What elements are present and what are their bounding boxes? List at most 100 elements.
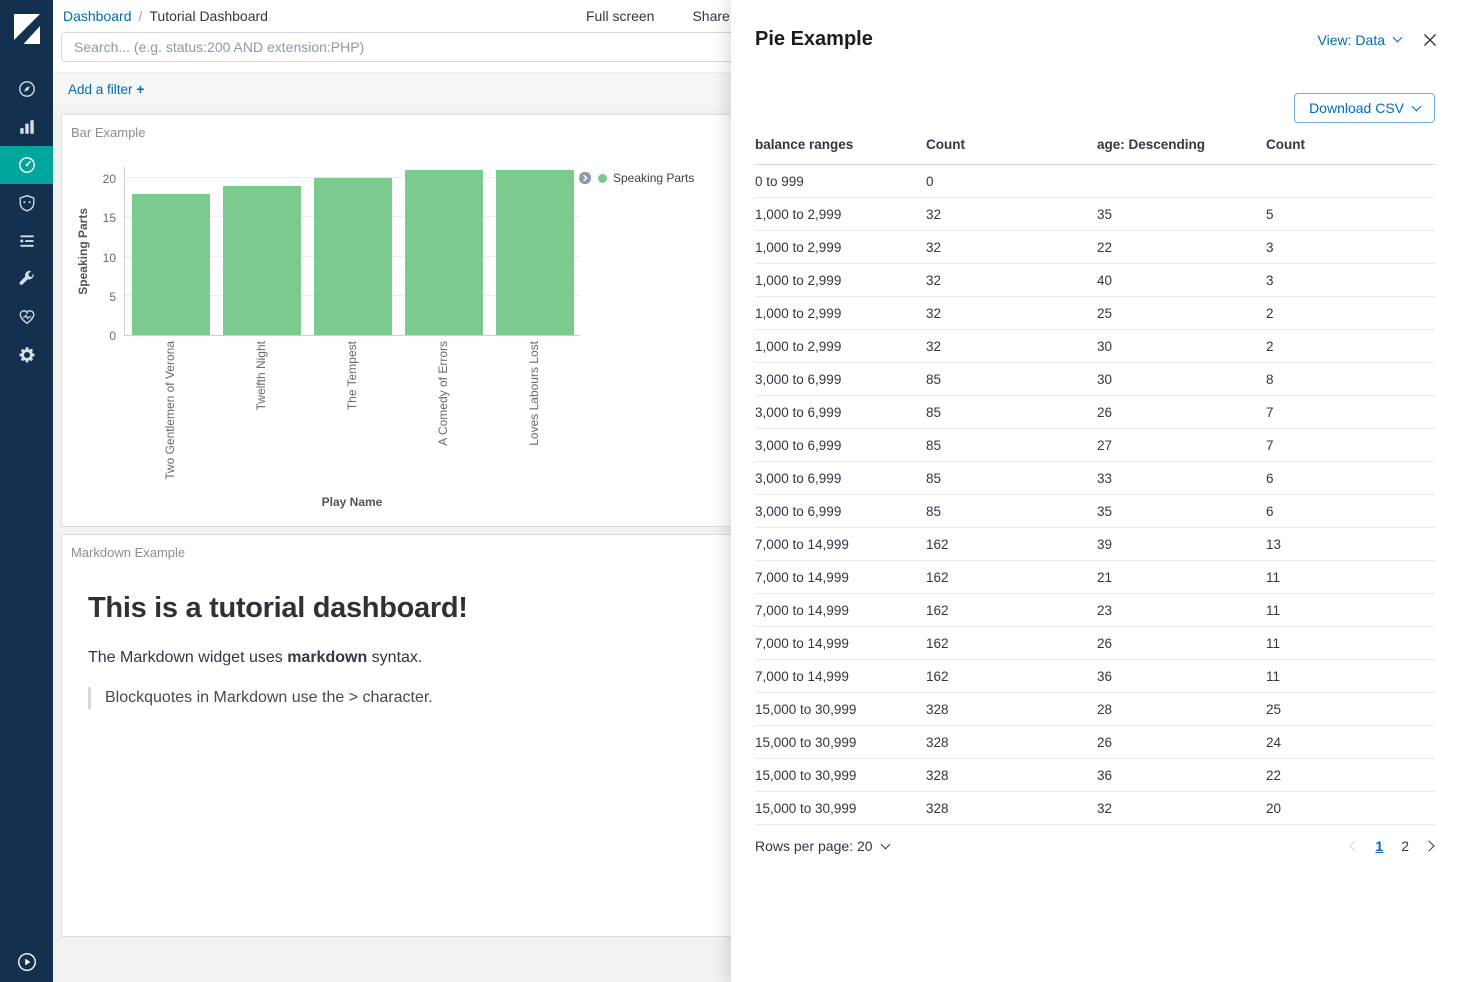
- rows-per-page-button[interactable]: Rows per page: 20: [755, 838, 889, 854]
- pie-example-flyout: Pie Example View: Data Download CSV bala…: [731, 0, 1459, 982]
- previous-page-button[interactable]: [1349, 840, 1361, 852]
- legend-series-dot: [598, 174, 607, 183]
- table-cell: 7,000 to 14,999: [755, 528, 926, 561]
- view-data-button[interactable]: View: Data: [1318, 32, 1401, 48]
- table-cell: 35: [1097, 495, 1266, 528]
- table-cell: 30: [1097, 363, 1266, 396]
- breadcrumb-dashboard-link[interactable]: Dashboard: [63, 8, 132, 24]
- nav-item-timelion[interactable]: [0, 222, 53, 260]
- table-cell: 39: [1097, 528, 1266, 561]
- markdown-body: This is a tutorial dashboard! The Markdo…: [62, 560, 760, 709]
- table-cell: 25: [1097, 297, 1266, 330]
- table-cell: 15,000 to 30,999: [755, 726, 926, 759]
- table-cell: 32: [926, 264, 1097, 297]
- table-cell: 36: [1097, 660, 1266, 693]
- table-cell: 7: [1266, 429, 1435, 462]
- table-cell: 32: [926, 297, 1097, 330]
- download-csv-button[interactable]: Download CSV: [1294, 93, 1435, 123]
- table-row: 3,000 to 6,99985267: [755, 396, 1435, 429]
- plus-icon: +: [137, 82, 145, 97]
- next-page-button[interactable]: [1423, 840, 1435, 852]
- table-cell: 0: [926, 165, 1097, 198]
- x-axis-label[interactable]: Twelfth Night: [222, 341, 300, 491]
- panel-markdown-example: Markdown Example This is a tutorial dash…: [61, 534, 761, 937]
- column-header[interactable]: age: Descending: [1097, 133, 1266, 165]
- bar[interactable]: [405, 170, 483, 335]
- table-cell: [1097, 165, 1266, 198]
- bar[interactable]: [223, 186, 301, 335]
- bar[interactable]: [132, 194, 210, 335]
- table-cell: 1,000 to 2,999: [755, 297, 926, 330]
- table-cell: 28: [1097, 693, 1266, 726]
- table-cell: 7,000 to 14,999: [755, 561, 926, 594]
- table-cell: 22: [1097, 231, 1266, 264]
- nav-item-visualize[interactable]: [0, 108, 53, 146]
- table-cell: 3,000 to 6,999: [755, 495, 926, 528]
- shield-icon: [18, 194, 36, 212]
- collapse-nav-button[interactable]: [0, 952, 53, 972]
- panel-bar-example: Bar Example Speaking Parts Speaking Part…: [61, 114, 761, 527]
- column-header[interactable]: balance ranges: [755, 133, 926, 165]
- table-row: 15,000 to 30,9993282825: [755, 693, 1435, 726]
- table-cell: 20: [1266, 792, 1435, 825]
- table-cell: 162: [926, 594, 1097, 627]
- column-header[interactable]: Count: [926, 133, 1097, 165]
- page-number[interactable]: 2: [1401, 838, 1409, 854]
- breadcrumb-separator: /: [139, 8, 143, 24]
- table-row: 3,000 to 6,99985336: [755, 462, 1435, 495]
- kibana-logo[interactable]: [0, 14, 53, 44]
- y-tick-label: 15: [103, 211, 116, 225]
- table-cell: 85: [926, 429, 1097, 462]
- x-axis-label[interactable]: Two Gentlemen of Verona: [131, 341, 209, 491]
- global-nav: [0, 0, 53, 982]
- close-flyout-button[interactable]: [1423, 33, 1437, 47]
- table-cell: 32: [926, 330, 1097, 363]
- share-button[interactable]: Share: [692, 8, 729, 24]
- table-cell: 15,000 to 30,999: [755, 792, 926, 825]
- nav-item-discover[interactable]: [0, 70, 53, 108]
- nav-item-management[interactable]: [0, 336, 53, 374]
- table-cell: 162: [926, 660, 1097, 693]
- x-axis-label[interactable]: A Comedy of Errors: [404, 341, 482, 491]
- legend-series-label[interactable]: Speaking Parts: [613, 171, 694, 185]
- x-axis-label[interactable]: The Tempest: [313, 341, 391, 491]
- bar-plot: [124, 166, 580, 336]
- nav-items: [0, 70, 53, 374]
- full-screen-button[interactable]: Full screen: [586, 8, 654, 24]
- table-cell: 25: [1266, 693, 1435, 726]
- table-cell: 3,000 to 6,999: [755, 429, 926, 462]
- bar-chart-icon: [18, 118, 36, 136]
- bar[interactable]: [314, 178, 392, 335]
- table-row: 3,000 to 6,99985277: [755, 429, 1435, 462]
- gear-icon: [18, 346, 36, 364]
- table-cell: 3: [1266, 264, 1435, 297]
- nav-item-monitoring[interactable]: [0, 298, 53, 336]
- nav-item-dev-tools[interactable]: [0, 260, 53, 298]
- table-row: 3,000 to 6,99985356: [755, 495, 1435, 528]
- add-filter-label: Add a filter: [68, 82, 133, 97]
- table-cell: 15,000 to 30,999: [755, 759, 926, 792]
- bar[interactable]: [496, 170, 574, 335]
- table-cell: 26: [1097, 726, 1266, 759]
- table-row: 1,000 to 2,99932252: [755, 297, 1435, 330]
- legend-toggle-icon[interactable]: [578, 171, 592, 185]
- nav-item-apm[interactable]: [0, 184, 53, 222]
- compass-icon: [18, 80, 36, 98]
- play-circle-icon: [17, 952, 37, 972]
- column-header[interactable]: Count: [1266, 133, 1435, 165]
- add-filter-button[interactable]: Add a filter +: [68, 82, 144, 97]
- markdown-blockquote: Blockquotes in Markdown use the > charac…: [88, 687, 734, 709]
- table-row: 15,000 to 30,9993283220: [755, 792, 1435, 825]
- table-cell: 3,000 to 6,999: [755, 396, 926, 429]
- gauge-icon: [18, 156, 36, 174]
- table-cell: 7,000 to 14,999: [755, 594, 926, 627]
- x-axis-label[interactable]: Loves Labours Lost: [495, 341, 573, 491]
- table-row: 7,000 to 14,9991622111: [755, 561, 1435, 594]
- table-cell: 11: [1266, 627, 1435, 660]
- chevron-down-icon: [1412, 101, 1422, 111]
- y-axis: 05101520: [92, 166, 124, 336]
- table-row: 1,000 to 2,99932223: [755, 231, 1435, 264]
- page-number[interactable]: 1: [1375, 838, 1383, 854]
- nav-item-dashboard[interactable]: [0, 146, 53, 184]
- table-cell: 162: [926, 627, 1097, 660]
